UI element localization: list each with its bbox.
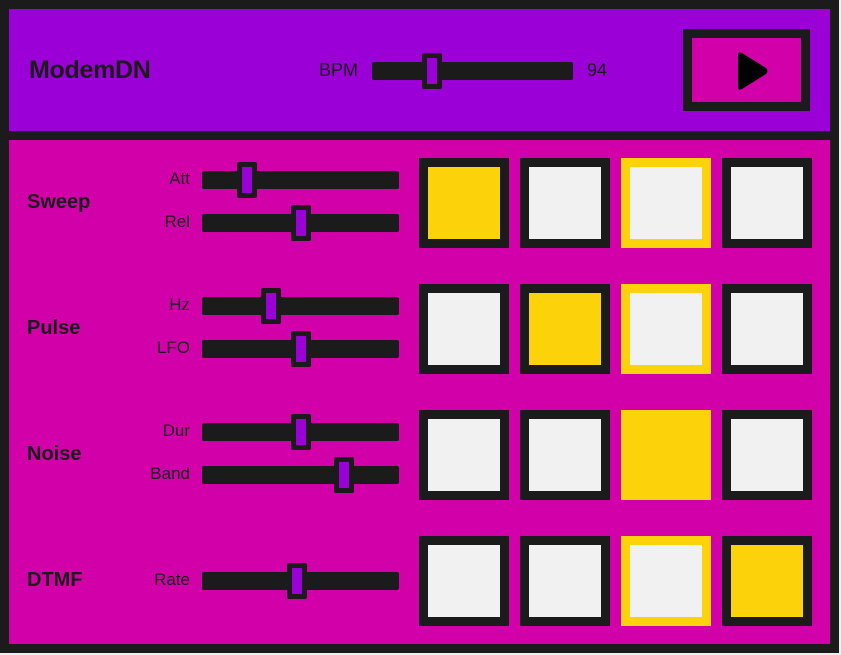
bpm-label: BPM: [319, 60, 359, 80]
slider-thumb-hz[interactable]: [260, 288, 281, 324]
header: ModemDN BPM 94: [9, 9, 830, 131]
slider-thumb-rate[interactable]: [286, 563, 307, 599]
step-pad-pulse-1[interactable]: [419, 284, 509, 374]
step-pad-pulse-2[interactable]: [520, 284, 610, 374]
step-pad-dtmf-4[interactable]: [722, 536, 812, 626]
app-title: ModemDN: [29, 56, 151, 84]
slider-thumb-att[interactable]: [237, 162, 258, 198]
step-pad-noise-3[interactable]: [621, 410, 711, 500]
step-pad-dtmf-2[interactable]: [520, 536, 610, 626]
row-label-noise: Noise: [27, 443, 82, 465]
slider-thumb-rel[interactable]: [290, 205, 311, 241]
slider-lfo[interactable]: [202, 331, 399, 367]
param-label-band: Band: [150, 464, 190, 483]
step-pad-dtmf-1[interactable]: [419, 536, 509, 626]
param-label-hz: Hz: [169, 295, 190, 314]
slider-rate[interactable]: [202, 563, 399, 599]
step-pad-sweep-2[interactable]: [520, 158, 610, 248]
step-pad-pulse-4[interactable]: [722, 284, 812, 374]
param-label-dur: Dur: [162, 421, 190, 440]
bpm-slider-thumb[interactable]: [422, 53, 443, 89]
step-pad-sweep-1[interactable]: [419, 158, 509, 248]
step-pad-dtmf-3[interactable]: [621, 536, 711, 626]
row-label-sweep: Sweep: [27, 191, 91, 213]
bpm-value: 94: [587, 60, 608, 80]
slider-dur[interactable]: [202, 414, 399, 450]
param-label-rel: Rel: [164, 212, 190, 231]
play-icon: [738, 52, 768, 90]
step-pad-noise-4[interactable]: [722, 410, 812, 500]
slider-hz[interactable]: [202, 288, 399, 324]
param-label-att: Att: [169, 169, 190, 188]
sequencer-body: Sweep Att Rel Pulse Hz LFO Noise Dur Band DTMF Rat…: [9, 140, 830, 644]
row-label-pulse: Pulse: [27, 317, 81, 339]
slider-thumb-lfo[interactable]: [290, 331, 311, 367]
row-label-dtmf: DTMF: [27, 569, 83, 591]
step-pad-pulse-3[interactable]: [621, 284, 711, 374]
param-label-lfo: LFO: [156, 338, 190, 357]
step-pad-sweep-4[interactable]: [722, 158, 812, 248]
slider-thumb-band[interactable]: [333, 457, 354, 493]
step-pad-noise-2[interactable]: [520, 410, 610, 500]
slider-band[interactable]: [202, 457, 399, 493]
slider-thumb-dur[interactable]: [290, 414, 311, 450]
slider-att[interactable]: [202, 162, 399, 198]
bpm-slider[interactable]: [372, 53, 573, 89]
step-pad-noise-1[interactable]: [419, 410, 509, 500]
param-label-rate: Rate: [154, 570, 190, 589]
slider-rel[interactable]: [202, 205, 399, 241]
play-button[interactable]: [683, 29, 810, 111]
step-pad-sweep-3[interactable]: [621, 158, 711, 248]
